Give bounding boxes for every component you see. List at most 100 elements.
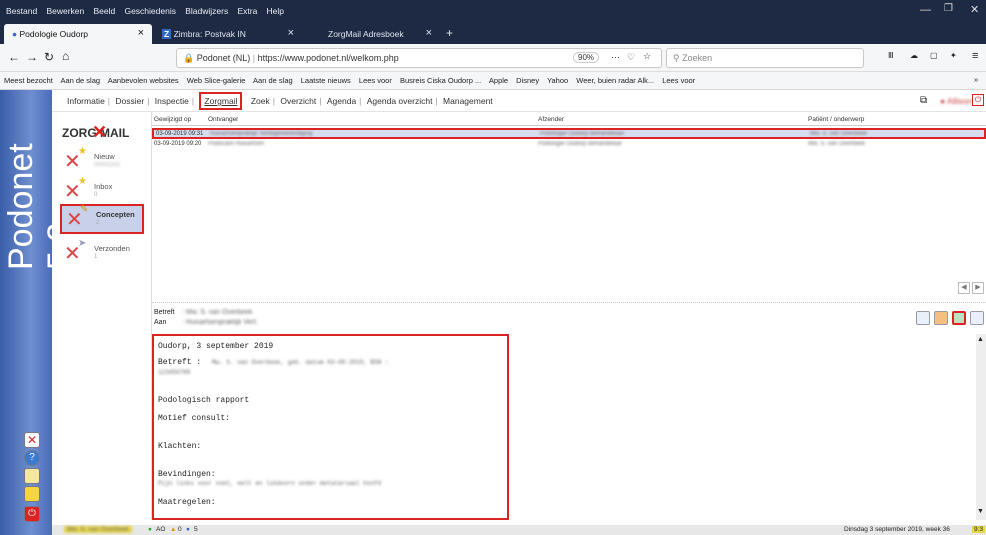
folder-concepten[interactable]: ✕ ✎ Concepten 2 (60, 204, 144, 234)
nav-zoek[interactable]: Zoek (251, 96, 270, 106)
print-icon[interactable] (970, 311, 984, 325)
editor-maatregelen-label: Maatregelen: (158, 498, 216, 507)
status-ao-icon: ● (148, 526, 152, 533)
editor-scrollbar[interactable]: ▲ ▼ (976, 334, 986, 520)
reload-icon[interactable]: ↻ (44, 50, 54, 64)
search-input[interactable]: ⚲ Zoeken (666, 48, 864, 68)
menu-beeld[interactable]: Beeld (93, 6, 115, 16)
zoom-level[interactable]: 90% (573, 52, 600, 63)
bookmark-item[interactable]: Weer, buien radar Alk... (576, 76, 654, 85)
editor-motief-label: Motief consult: (158, 414, 231, 423)
pocket-icon[interactable]: ♡ (627, 52, 635, 63)
col-patient[interactable]: Patiënt / onderwerp (808, 116, 864, 123)
home-icon[interactable]: ⌂ (62, 49, 69, 63)
logout-icon[interactable]: ⏻ (972, 94, 984, 106)
menu-geschiedenis[interactable]: Geschiedenis (124, 6, 176, 16)
close-tab-icon[interactable]: × (288, 27, 294, 39)
table-row[interactable]: 03-09-2019 09:31 Huisartsenpraktijk Vert… (152, 128, 986, 139)
menu-bladwijzers[interactable]: Bladwijzers (185, 6, 228, 16)
folder-label: Nieuw (94, 152, 115, 161)
bookmark-item[interactable]: Yahoo (547, 76, 568, 85)
restore-button[interactable]: ❐ (944, 3, 953, 14)
sticky-note-icon[interactable] (24, 486, 40, 502)
editor-bevindingen-text: Pijn links voor voet, eelt en likdoorn o… (158, 480, 382, 487)
power-off-icon[interactable]: ⏻ (24, 506, 40, 522)
menu-bestand[interactable]: Bestand (6, 6, 37, 16)
extension-icon[interactable]: ✦ (950, 51, 957, 60)
menu-help[interactable]: Help (267, 6, 284, 16)
url-bar[interactable]: 🔒 Podonet (NL) | https://www.podonet.nl/… (176, 48, 662, 68)
save-icon[interactable] (916, 311, 930, 325)
send-mail-icon[interactable] (952, 311, 966, 325)
bookmark-item[interactable]: Aan de slag (60, 76, 100, 85)
row-subject: Mw. S. van Overbeek (808, 141, 866, 147)
bookmark-item[interactable]: Laatste nieuws (301, 76, 351, 85)
minimize-button[interactable]: — (920, 4, 931, 16)
library-icon[interactable]: Ⅲ (888, 51, 894, 60)
forward-icon[interactable]: → (26, 50, 38, 64)
podonet-top-nav: Informatie | Dossier | Inspectie | Zorgmail… (52, 90, 986, 112)
tab-label: Podologie Oudorp (19, 29, 89, 39)
bookmark-item[interactable]: Lees voor (359, 76, 392, 85)
external-link-icon[interactable]: ⧉ (920, 95, 927, 106)
folder-count: 0 (94, 192, 98, 198)
col-gewijzigd[interactable]: Gewijzigd op (154, 116, 191, 123)
folder-label: Inbox (94, 182, 113, 191)
tab-zorgmail-adresboek[interactable]: ZorgMail Adresboek × (304, 24, 440, 44)
bookmark-item[interactable]: Aan de slag (253, 76, 293, 85)
close-window-button[interactable]: ✕ (970, 3, 979, 16)
help-icon[interactable]: ? (24, 450, 40, 466)
sync-icon[interactable]: ☁ (910, 51, 918, 60)
scroll-down-icon[interactable]: ▼ (977, 508, 984, 515)
tab-podologie[interactable]: ● Podologie Oudorp × (4, 24, 152, 44)
nav-overzicht[interactable]: Overzicht (280, 96, 316, 106)
bookmark-item[interactable]: Lees voor (662, 76, 695, 85)
nav-agenda-overzicht[interactable]: Agenda overzicht (367, 96, 433, 106)
message-editor[interactable]: Oudorp, 3 september 2019 Betreft : Mw. S… (152, 334, 509, 520)
nav-dossier[interactable]: Dossier (115, 96, 144, 106)
status-time: 9:3 (972, 526, 986, 533)
addressbook-icon[interactable] (934, 311, 948, 325)
col-afzender[interactable]: Afzender (538, 116, 564, 123)
hamburger-menu-icon[interactable]: ≡ (972, 50, 978, 62)
new-tab-button[interactable]: + (440, 24, 464, 44)
bookmark-star-icon[interactable]: ☆ (643, 51, 651, 62)
menu-extra[interactable]: Extra (237, 6, 257, 16)
bookmark-item[interactable]: Aanbevolen websites (108, 76, 179, 85)
scroll-left-button[interactable]: ◀ (958, 282, 970, 294)
close-tab-icon[interactable]: × (426, 27, 432, 39)
folder-nieuw[interactable]: ✕ ★ Nieuw 00001101 (60, 146, 144, 178)
back-icon[interactable]: ← (8, 50, 20, 64)
table-row[interactable]: 03-09-2019 09:20 Podocare Huisartsen Pod… (152, 140, 986, 149)
zimbra-icon: Z (162, 29, 172, 39)
bookmark-item[interactable]: Web Slice-galerie (187, 76, 246, 85)
scroll-up-icon[interactable]: ▲ (977, 336, 984, 343)
sidebar-icon[interactable]: ▢ (930, 51, 938, 60)
folder-verzonden[interactable]: ✕ ➤ Verzonden 1 (60, 238, 144, 270)
row-subject: Mw. S. van Overbeek (810, 131, 868, 137)
zorgmail-shortcut-icon[interactable]: ✕ (24, 432, 40, 448)
tab-zimbra[interactable]: Z Zimbra: Postvak IN × (154, 24, 302, 44)
notes-icon[interactable] (24, 468, 40, 484)
menu-bewerken[interactable]: Bewerken (46, 6, 84, 16)
nav-zorgmail[interactable]: Zorgmail (199, 92, 243, 110)
nav-agenda[interactable]: Agenda (327, 96, 356, 106)
col-ontvanger[interactable]: Ontvanger (208, 116, 238, 123)
editor-betreft-value: Mw. S. van Overbeek, geb. datum 03-09-20… (212, 359, 389, 366)
page-actions-icon[interactable]: ⋯ (611, 52, 620, 63)
scroll-right-button[interactable]: ▶ (972, 282, 984, 294)
row-sender: Podologie Oudorp Behandelaar (538, 141, 623, 147)
folder-count: 2 (96, 220, 100, 226)
nav-management[interactable]: Management (443, 96, 493, 106)
status-ao: AO (156, 526, 166, 533)
search-placeholder: Zoeken (682, 53, 713, 63)
bookmarks-overflow-icon[interactable]: » (974, 75, 978, 84)
search-icon: ⚲ (673, 53, 680, 63)
bookmark-item[interactable]: Busreis Ciska Oudorp ... (400, 76, 481, 85)
close-tab-icon[interactable]: × (138, 27, 144, 39)
nav-inspectie[interactable]: Inspectie (155, 96, 189, 106)
nav-informatie[interactable]: Informatie (67, 96, 105, 106)
bookmark-item[interactable]: Disney (516, 76, 539, 85)
bookmark-item[interactable]: Meest bezocht (4, 76, 53, 85)
bookmark-item[interactable]: Apple (489, 76, 508, 85)
